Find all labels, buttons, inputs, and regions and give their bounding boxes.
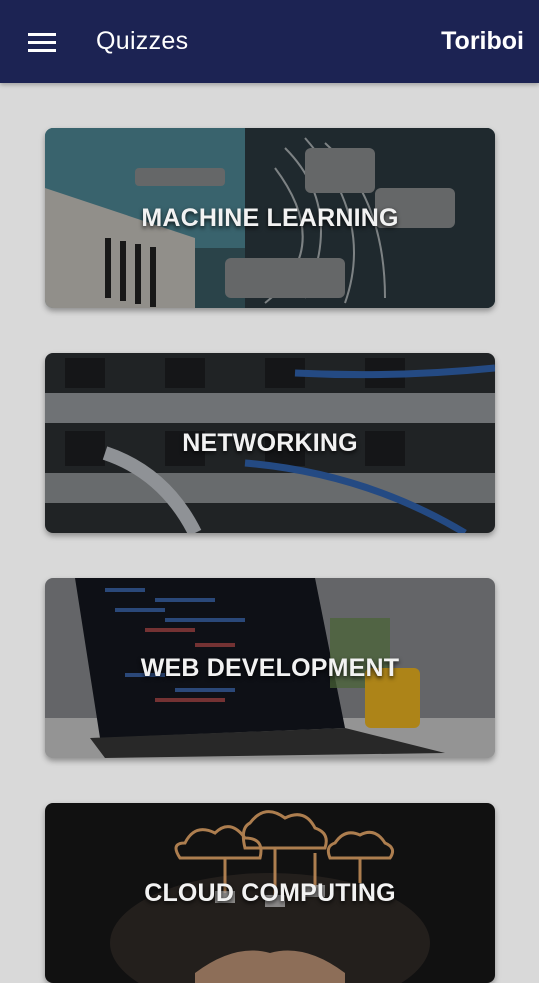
hamburger-menu-icon[interactable]: [22, 26, 62, 58]
quiz-card-label: MACHINE LEARNING: [141, 203, 399, 232]
quiz-card-label: CLOUD COMPUTING: [144, 878, 396, 907]
app-bar: Quizzes Toriboi: [0, 0, 539, 83]
user-name[interactable]: Toriboi: [441, 27, 524, 56]
quiz-card-label: WEB DEVELOPMENT: [140, 653, 400, 682]
quiz-card-cloud-computing[interactable]: CLOUD COMPUTING: [45, 803, 495, 983]
quiz-card-web-development[interactable]: WEB DEVELOPMENT: [45, 578, 495, 758]
quiz-card-machine-learning[interactable]: MACHINE LEARNING: [45, 128, 495, 308]
page-title: Quizzes: [96, 27, 189, 55]
quiz-card-networking[interactable]: NETWORKING: [45, 353, 495, 533]
quiz-card-label: NETWORKING: [182, 428, 358, 457]
